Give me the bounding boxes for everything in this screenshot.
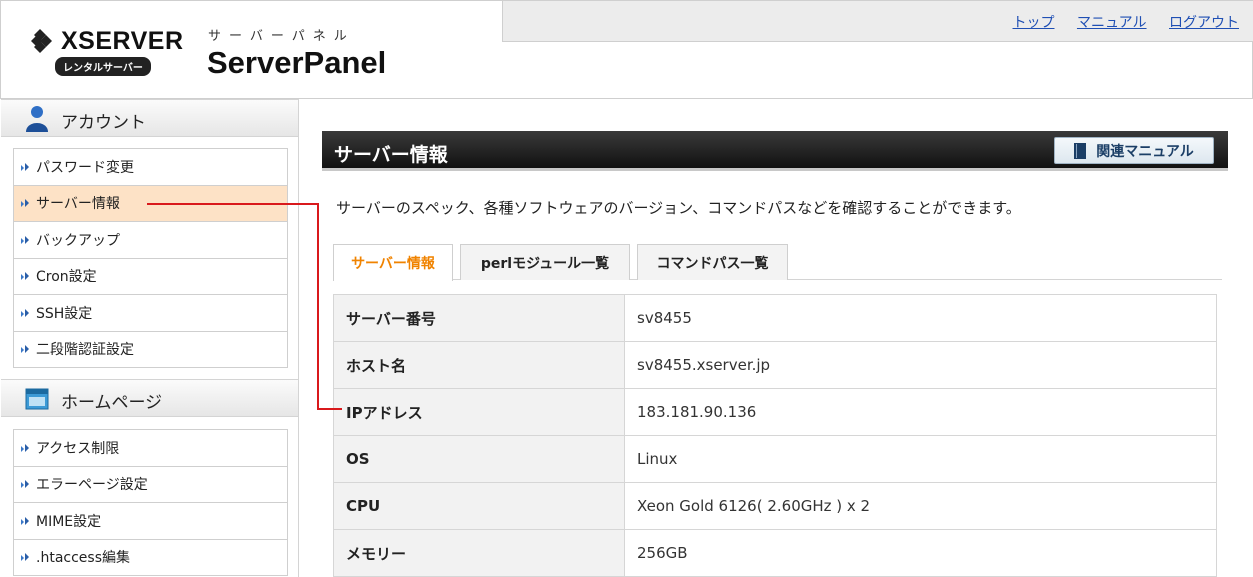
user-icon: [26, 106, 48, 132]
table-row: IPアドレス 183.181.90.136: [333, 388, 1217, 436]
arrow-icon: [20, 343, 32, 355]
brand-sub: レンタルサーバー: [55, 57, 151, 76]
arrow-icon: [20, 197, 32, 209]
row-key: サーバー番号: [333, 294, 625, 342]
logout-link[interactable]: ログアウト: [1169, 15, 1239, 31]
tab-perl-modules[interactable]: perlモジュール一覧: [460, 244, 630, 280]
top-link[interactable]: トップ: [1013, 15, 1055, 31]
arrow-icon: [20, 307, 32, 319]
menu-label: .htaccess編集: [36, 550, 130, 567]
arrow-icon: [20, 270, 32, 282]
manual-button-label: 関連マニュアル: [1096, 143, 1194, 160]
row-key: ホスト名: [333, 341, 625, 389]
section-title: ホームページ: [61, 393, 163, 413]
menu-label: エラーページ設定: [36, 477, 148, 494]
diamond-logo-icon: [31, 29, 52, 53]
menu-label: アクセス制限: [36, 440, 120, 457]
table-row: CPU Xeon Gold 6126( 2.60GHz ) x 2: [333, 482, 1217, 530]
table-row: サーバー番号 sv8455: [333, 294, 1217, 342]
tab-server-info[interactable]: サーバー情報: [333, 244, 453, 281]
homepage-menu: アクセス制限 エラーページ設定 MIME設定 .htaccess編集: [13, 429, 288, 576]
top-nav-bar: トップ マニュアル ログアウト: [502, 1, 1253, 42]
homepage-icon: [25, 388, 49, 410]
sidebar-item-ssh[interactable]: SSH設定: [14, 295, 287, 332]
sidebar-item-password[interactable]: パスワード変更: [14, 149, 287, 186]
arrow-icon: [20, 161, 32, 173]
row-value: Linux: [624, 435, 1217, 483]
row-key: OS: [333, 435, 625, 483]
arrow-icon: [20, 478, 32, 490]
brand-name: XSERVER: [61, 27, 184, 55]
row-key: IPアドレス: [333, 388, 625, 436]
page-description: サーバーのスペック、各種ソフトウェアのバージョン、コマンドパスなどを確認すること…: [336, 199, 1021, 217]
section-title: アカウント: [61, 113, 146, 133]
tab-command-paths[interactable]: コマンドパス一覧: [637, 244, 788, 280]
panel-kana: サーバーパネル: [208, 29, 355, 44]
top-links: トップ マニュアル ログアウト: [995, 12, 1240, 32]
page-title: サーバー情報: [334, 144, 448, 166]
menu-label: パスワード変更: [36, 159, 134, 176]
tab-bar: サーバー情報 perlモジュール一覧 コマンドパス一覧: [333, 244, 1222, 281]
header: XSERVER レンタルサーバー サーバーパネル ServerPanel トップ…: [0, 0, 1253, 99]
menu-label: 二段階認証設定: [36, 342, 134, 359]
menu-label: バックアップ: [36, 232, 120, 249]
sidebar-item-server-info[interactable]: サーバー情報: [14, 185, 287, 222]
manual-link[interactable]: マニュアル: [1077, 15, 1147, 31]
sidebar-item-2fa[interactable]: 二段階認証設定: [14, 331, 287, 368]
row-value: 256GB: [624, 529, 1217, 577]
server-info-table: サーバー番号 sv8455 ホスト名 sv8455.xserver.jp IPア…: [333, 294, 1217, 577]
arrow-icon: [20, 551, 32, 563]
sidebar: アカウント パスワード変更 サーバー情報 バックアップ Cron設定 SSH設定…: [0, 99, 299, 577]
arrow-icon: [20, 234, 32, 246]
arrow-icon: [20, 515, 32, 527]
section-header-homepage: ホームページ: [1, 379, 298, 417]
panel-name: ServerPanel: [207, 45, 387, 80]
sidebar-item-error-page[interactable]: エラーページ設定: [14, 466, 287, 503]
menu-label: MIME設定: [36, 513, 102, 530]
arrow-icon: [20, 442, 32, 454]
sidebar-item-cron[interactable]: Cron設定: [14, 258, 287, 295]
sidebar-item-htaccess[interactable]: .htaccess編集: [14, 539, 287, 576]
menu-label: SSH設定: [36, 305, 93, 322]
row-key: メモリー: [333, 529, 625, 577]
row-key: CPU: [333, 482, 625, 530]
table-row: ホスト名 sv8455.xserver.jp: [333, 341, 1217, 389]
book-icon: [1074, 142, 1087, 159]
page-title-bar: サーバー情報 関連マニュアル: [322, 131, 1228, 171]
sidebar-item-access-control[interactable]: アクセス制限: [14, 430, 287, 467]
section-header-account: アカウント: [1, 99, 298, 137]
table-row: メモリー 256GB: [333, 529, 1217, 577]
related-manual-button[interactable]: 関連マニュアル: [1054, 137, 1214, 164]
menu-label: サーバー情報: [36, 196, 120, 213]
account-menu: パスワード変更 サーバー情報 バックアップ Cron設定 SSH設定 二段階認証…: [13, 148, 288, 368]
row-value: sv8455: [624, 294, 1217, 342]
sidebar-item-mime[interactable]: MIME設定: [14, 503, 287, 540]
row-value: sv8455.xserver.jp: [624, 341, 1217, 389]
menu-label: Cron設定: [36, 269, 97, 286]
row-value: Xeon Gold 6126( 2.60GHz ) x 2: [624, 482, 1217, 530]
table-row: OS Linux: [333, 435, 1217, 483]
sidebar-item-backup[interactable]: バックアップ: [14, 222, 287, 259]
row-value: 183.181.90.136: [624, 388, 1217, 436]
